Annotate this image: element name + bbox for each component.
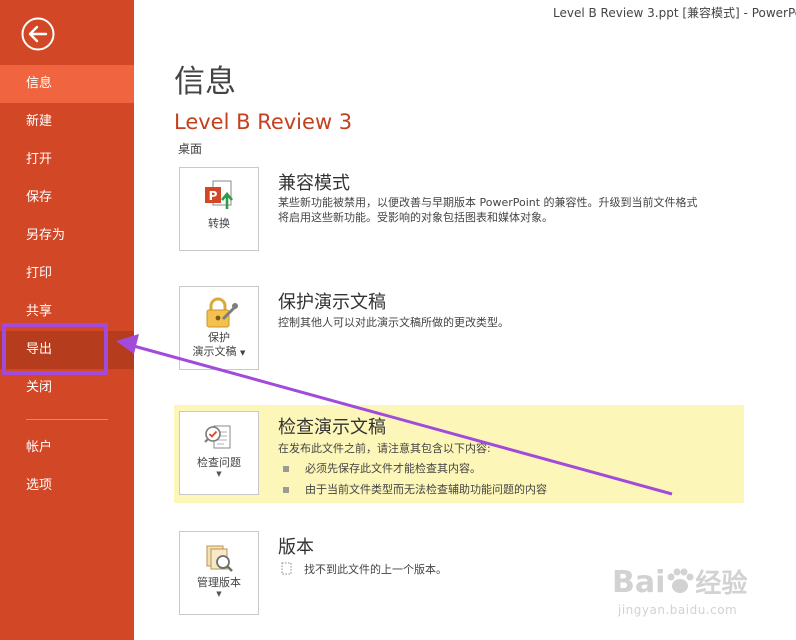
versions-title: 版本: [278, 537, 314, 558]
sidebar-item-new[interactable]: 新建: [0, 103, 134, 141]
convert-ppt-icon: P: [205, 180, 233, 209]
export-annotation-box: [2, 323, 108, 375]
document-location: 桌面: [178, 142, 203, 156]
bullet-square-icon: [283, 487, 289, 493]
inspect-document-icon: [204, 425, 231, 449]
compat-mode-title: 兼容模式: [278, 173, 350, 194]
compat-mode-desc-line-1: 某些新功能被禁用，以便改善与早期版本 PowerPoint 的兼容性。升级到当前…: [278, 196, 698, 209]
svg-text:P: P: [209, 189, 218, 203]
sidebar-item-options[interactable]: 选项: [0, 467, 134, 505]
document-dotted-icon: [281, 562, 292, 575]
window-title: Level B Review 3.ppt [兼容模式] - PowerPo: [553, 6, 796, 20]
protect-button-label-line-2: 演示文稿 ▼: [180, 345, 258, 360]
protect-presentation-button[interactable]: 保护 演示文稿 ▼: [179, 286, 259, 370]
protect-presentation-desc: 控制其他人可以对此演示文稿所做的更改类型。: [278, 316, 509, 329]
bullet-square-icon: [283, 466, 289, 472]
baidu-watermark: Bai 经验 jingyan.baidu.com: [612, 566, 772, 632]
sidebar-item-save-as[interactable]: 另存为: [0, 217, 134, 255]
dropdown-caret-icon: ▼: [216, 470, 222, 478]
back-arrow-icon: [21, 17, 55, 51]
manage-versions-button-label: 管理版本: [197, 576, 241, 589]
sidebar-item-print[interactable]: 打印: [0, 255, 134, 293]
inspect-bullet-2-text: 由于当前文件类型而无法检查辅助功能问题的内容: [305, 483, 547, 496]
inspect-bullet-1-text: 必须先保存此文件才能检查其内容。: [305, 462, 481, 475]
protect-button-label-text: 演示文稿: [192, 345, 237, 358]
watermark-brand-left: Bai: [612, 565, 666, 600]
backstage-sidebar: 信息 新建 打开 保存 另存为 打印 共享 导出 关闭 帐户 选项: [0, 0, 134, 640]
inspect-bullet-2: 由于当前文件类型而无法检查辅助功能问题的内容: [283, 481, 547, 497]
sidebar-item-open[interactable]: 打开: [0, 141, 134, 179]
dropdown-caret-icon: ▼: [216, 590, 222, 598]
sidebar-item-save[interactable]: 保存: [0, 179, 134, 217]
back-button[interactable]: [20, 16, 56, 52]
sidebar-item-account[interactable]: 帐户: [0, 429, 134, 467]
sidebar-item-info[interactable]: 信息: [0, 65, 134, 103]
inspect-bullet-1: 必须先保存此文件才能检查其内容。: [283, 460, 481, 476]
lock-key-icon: [206, 297, 238, 328]
compat-mode-desc-line-2: 将启用这些新功能。受影响的对象包括图表和媒体对象。: [278, 211, 553, 224]
manage-versions-button[interactable]: 管理版本 ▼: [179, 531, 259, 615]
convert-button-label: 转换: [208, 217, 230, 230]
inspect-presentation-desc: 在发布此文件之前，请注意其包含以下内容:: [278, 442, 491, 455]
document-title: Level B Review 3: [174, 110, 353, 134]
check-for-issues-button[interactable]: 检查问题 ▼: [179, 411, 259, 495]
protect-button-label-line-1: 保护: [208, 331, 230, 344]
watermark-brand-right: 经验: [695, 569, 748, 599]
dropdown-caret-icon: ▼: [240, 349, 246, 357]
sidebar-divider: [26, 419, 108, 420]
watermark-url: jingyan.baidu.com: [618, 603, 738, 617]
paw-icon: [667, 568, 694, 593]
convert-button[interactable]: P 转换: [179, 167, 259, 251]
versions-desc-row: 找不到此文件的上一个版本。: [281, 562, 447, 577]
manage-versions-icon: [206, 545, 233, 572]
protect-presentation-title: 保护演示文稿: [278, 292, 386, 313]
check-issues-button-label: 检查问题: [197, 456, 241, 469]
versions-desc: 找不到此文件的上一个版本。: [304, 563, 447, 576]
inspect-presentation-title: 检查演示文稿: [278, 417, 386, 438]
page-title: 信息: [174, 64, 236, 100]
